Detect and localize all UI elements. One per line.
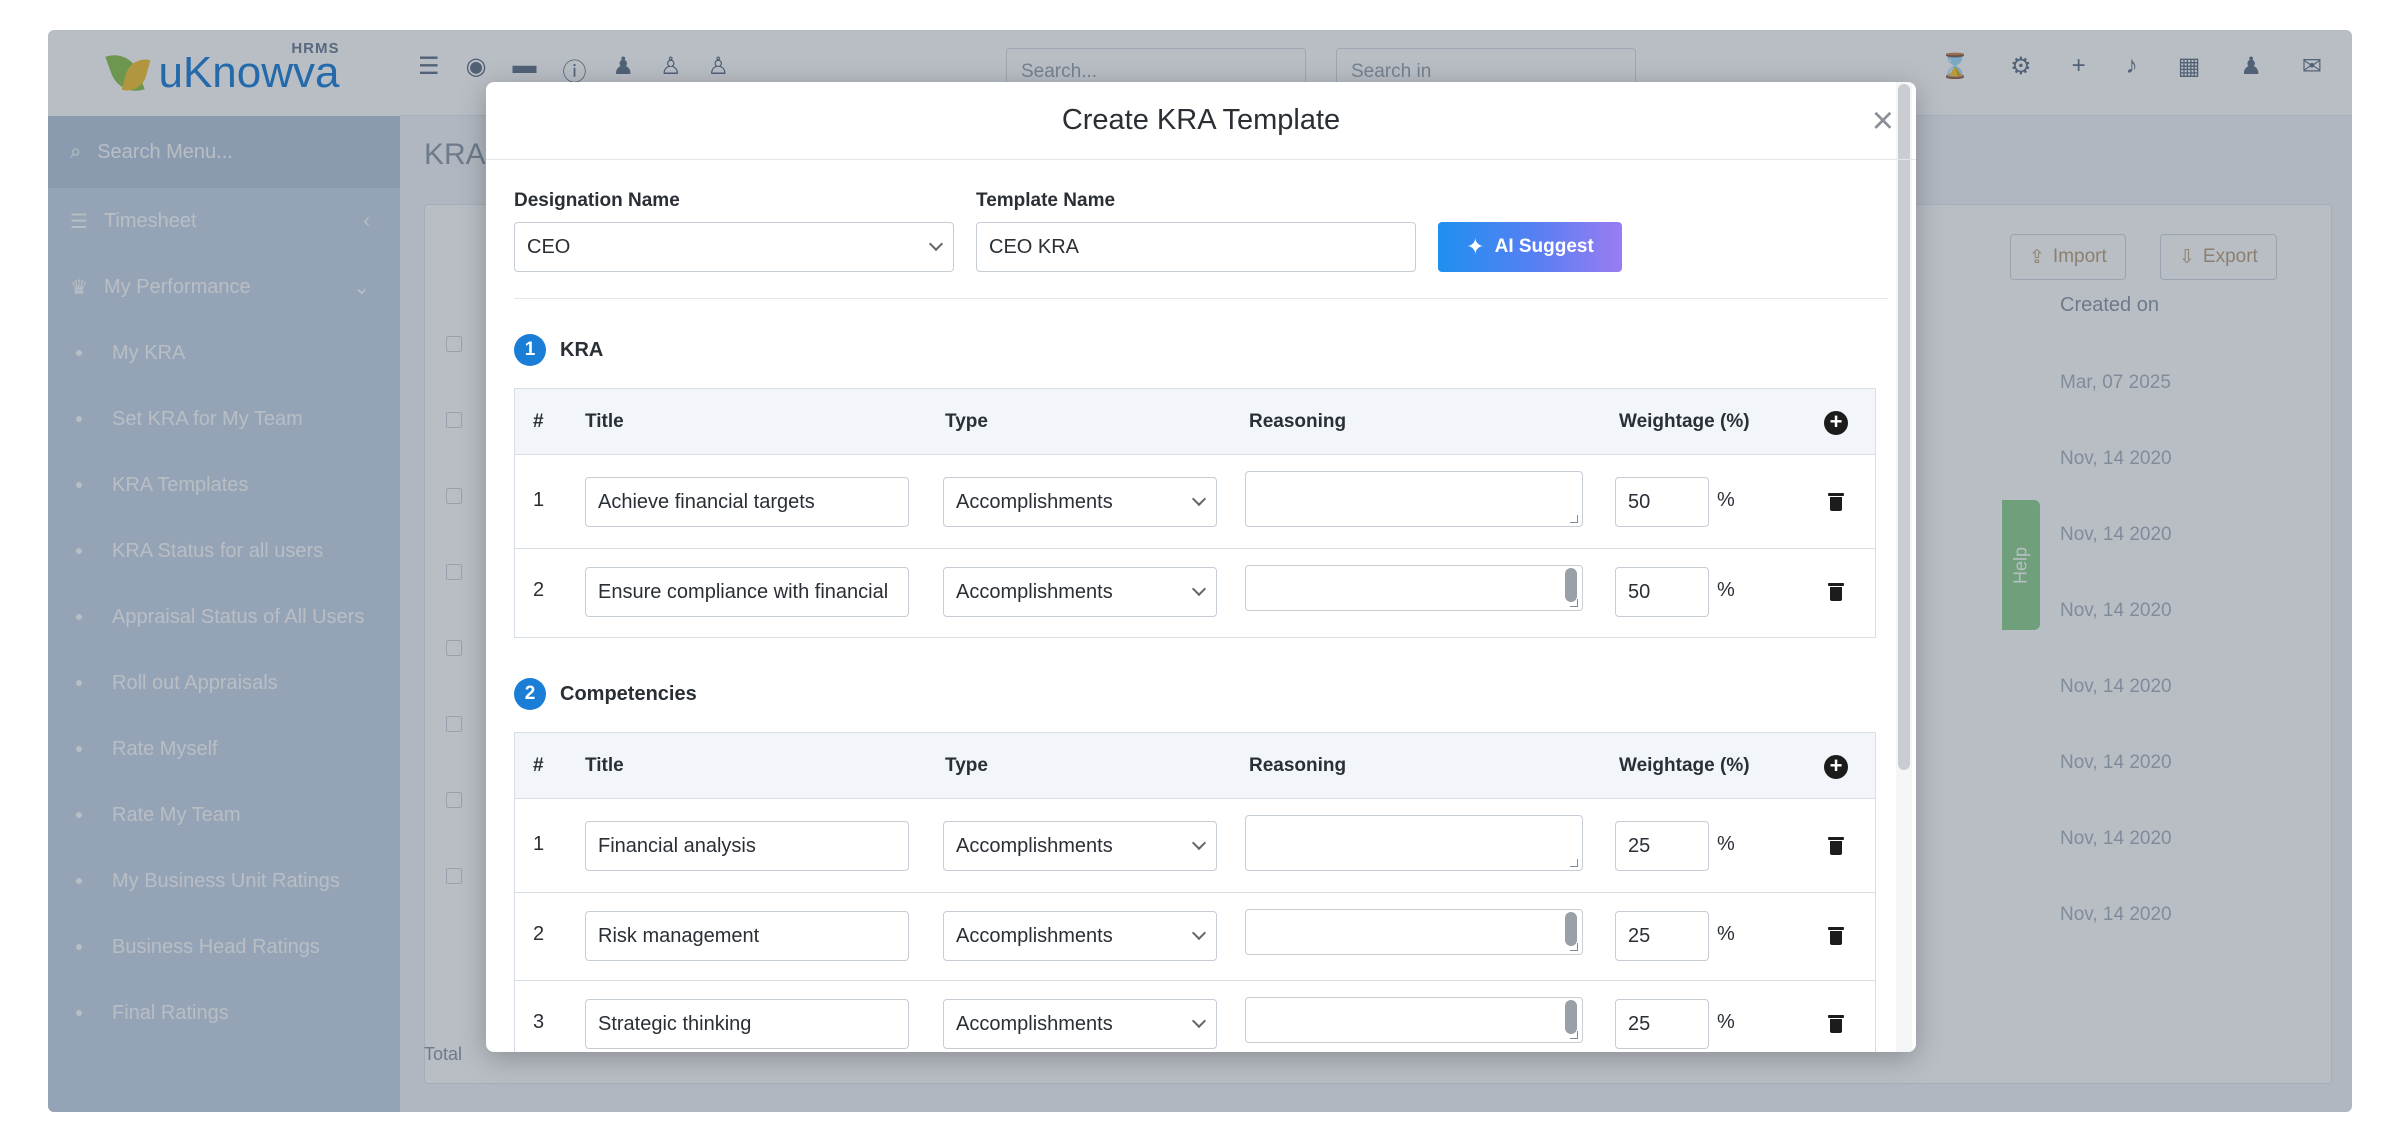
weightage-input[interactable]: 25 bbox=[1615, 911, 1709, 961]
divider bbox=[514, 298, 1888, 299]
designation-select[interactable]: CEO bbox=[514, 222, 954, 272]
col-num: # bbox=[533, 411, 544, 432]
type-value: Accomplishments bbox=[956, 835, 1113, 857]
chevron-down-icon bbox=[1191, 925, 1207, 941]
competency-type-select[interactable]: Accomplishments bbox=[943, 911, 1217, 961]
percent-sign: % bbox=[1717, 1011, 1735, 1033]
percent-sign: % bbox=[1717, 833, 1735, 855]
chevron-down-icon bbox=[1191, 581, 1207, 597]
textarea-scrollbar[interactable] bbox=[1565, 1000, 1577, 1034]
close-icon[interactable]: × bbox=[1872, 102, 1894, 140]
section-competencies-header: 2 Competencies bbox=[514, 678, 697, 710]
chevron-down-icon bbox=[1191, 1013, 1207, 1029]
resize-handle-icon[interactable] bbox=[1570, 515, 1578, 523]
table-row: 1 Achieve financial targets Accomplishme… bbox=[515, 455, 1875, 549]
type-value: Accomplishments bbox=[956, 925, 1113, 947]
competency-type-select[interactable]: Accomplishments bbox=[943, 999, 1217, 1049]
reasoning-textarea[interactable] bbox=[1245, 909, 1583, 955]
col-title: Title bbox=[585, 755, 624, 776]
resize-handle-icon[interactable] bbox=[1570, 599, 1578, 607]
step-badge: 1 bbox=[514, 334, 546, 366]
row-number: 1 bbox=[533, 833, 545, 855]
modal-header: Create KRA Template × bbox=[486, 82, 1916, 160]
resize-handle-icon[interactable] bbox=[1570, 943, 1578, 951]
table-row: 1 Financial analysis Accomplishments 25 … bbox=[515, 799, 1875, 893]
reasoning-textarea[interactable] bbox=[1245, 471, 1583, 527]
reasoning-textarea[interactable] bbox=[1245, 997, 1583, 1043]
col-reasoning: Reasoning bbox=[1249, 411, 1347, 432]
kra-title-input[interactable]: Ensure compliance with financial bbox=[585, 567, 909, 617]
table-header: # Title Type Reasoning Weightage (%) + bbox=[515, 389, 1875, 455]
section-title: Competencies bbox=[560, 682, 697, 705]
textarea-scrollbar[interactable] bbox=[1565, 912, 1577, 946]
col-num: # bbox=[533, 755, 544, 776]
col-reasoning: Reasoning bbox=[1249, 755, 1347, 776]
type-value: Accomplishments bbox=[956, 1013, 1113, 1035]
sparkle-icon: ✦ bbox=[1466, 234, 1485, 259]
weightage-input[interactable]: 50 bbox=[1615, 567, 1709, 617]
resize-handle-icon[interactable] bbox=[1570, 1031, 1578, 1039]
chevron-down-icon bbox=[1191, 835, 1207, 851]
competencies-table: # Title Type Reasoning Weightage (%) + 1… bbox=[514, 732, 1876, 1052]
ai-suggest-label: AI Suggest bbox=[1494, 236, 1594, 257]
row-number: 3 bbox=[533, 1011, 545, 1033]
trash-icon[interactable] bbox=[1828, 493, 1844, 511]
section-title: KRA bbox=[560, 338, 604, 361]
trash-icon[interactable] bbox=[1828, 837, 1844, 855]
add-row-icon[interactable]: + bbox=[1824, 411, 1848, 435]
weightage-input[interactable]: 25 bbox=[1615, 999, 1709, 1049]
competency-title-input[interactable]: Strategic thinking bbox=[585, 999, 909, 1049]
row-number: 2 bbox=[533, 923, 545, 945]
designation-label: Designation Name bbox=[514, 190, 680, 211]
create-kra-template-modal: Create KRA Template × Designation Name C… bbox=[486, 82, 1916, 1052]
resize-handle-icon[interactable] bbox=[1570, 859, 1578, 867]
kra-type-select[interactable]: Accomplishments bbox=[943, 567, 1217, 617]
trash-icon[interactable] bbox=[1828, 1015, 1844, 1033]
kra-title-input[interactable]: Achieve financial targets bbox=[585, 477, 909, 527]
table-header: # Title Type Reasoning Weightage (%) + bbox=[515, 733, 1875, 799]
col-title: Title bbox=[585, 411, 624, 432]
trash-icon[interactable] bbox=[1828, 583, 1844, 601]
row-number: 2 bbox=[533, 579, 545, 601]
modal-scrollbar[interactable] bbox=[1898, 84, 1910, 770]
col-type: Type bbox=[945, 411, 988, 432]
type-value: Accomplishments bbox=[956, 491, 1113, 513]
competency-title-input[interactable]: Risk management bbox=[585, 911, 909, 961]
table-row: 2 Ensure compliance with financial Accom… bbox=[515, 549, 1875, 637]
textarea-scrollbar[interactable] bbox=[1565, 568, 1577, 602]
table-row: 2 Risk management Accomplishments 25 % bbox=[515, 893, 1875, 981]
col-type: Type bbox=[945, 755, 988, 776]
kra-type-select[interactable]: Accomplishments bbox=[943, 477, 1217, 527]
col-weightage: Weightage (%) bbox=[1619, 411, 1750, 432]
competency-type-select[interactable]: Accomplishments bbox=[943, 821, 1217, 871]
percent-sign: % bbox=[1717, 923, 1735, 945]
step-badge: 2 bbox=[514, 678, 546, 710]
row-number: 1 bbox=[533, 489, 545, 511]
add-row-icon[interactable]: + bbox=[1824, 755, 1848, 779]
designation-value: CEO bbox=[527, 236, 571, 258]
percent-sign: % bbox=[1717, 489, 1735, 511]
section-kra-header: 1 KRA bbox=[514, 334, 603, 366]
competency-title-input[interactable]: Financial analysis bbox=[585, 821, 909, 871]
weightage-input[interactable]: 50 bbox=[1615, 477, 1709, 527]
template-name-label: Template Name bbox=[976, 190, 1116, 211]
reasoning-textarea[interactable] bbox=[1245, 565, 1583, 611]
type-value: Accomplishments bbox=[956, 581, 1113, 603]
weightage-input[interactable]: 25 bbox=[1615, 821, 1709, 871]
ai-suggest-button[interactable]: ✦ AI Suggest bbox=[1438, 222, 1622, 272]
trash-icon[interactable] bbox=[1828, 927, 1844, 945]
kra-table: # Title Type Reasoning Weightage (%) + 1… bbox=[514, 388, 1876, 638]
modal-title: Create KRA Template bbox=[1061, 104, 1341, 136]
chevron-down-icon bbox=[1191, 491, 1207, 507]
col-weightage: Weightage (%) bbox=[1619, 755, 1750, 776]
percent-sign: % bbox=[1717, 579, 1735, 601]
table-row: 3 Strategic thinking Accomplishments 25 … bbox=[515, 981, 1875, 1052]
chevron-down-icon bbox=[928, 236, 944, 252]
template-name-input[interactable]: CEO KRA bbox=[976, 222, 1416, 272]
reasoning-textarea[interactable] bbox=[1245, 815, 1583, 871]
